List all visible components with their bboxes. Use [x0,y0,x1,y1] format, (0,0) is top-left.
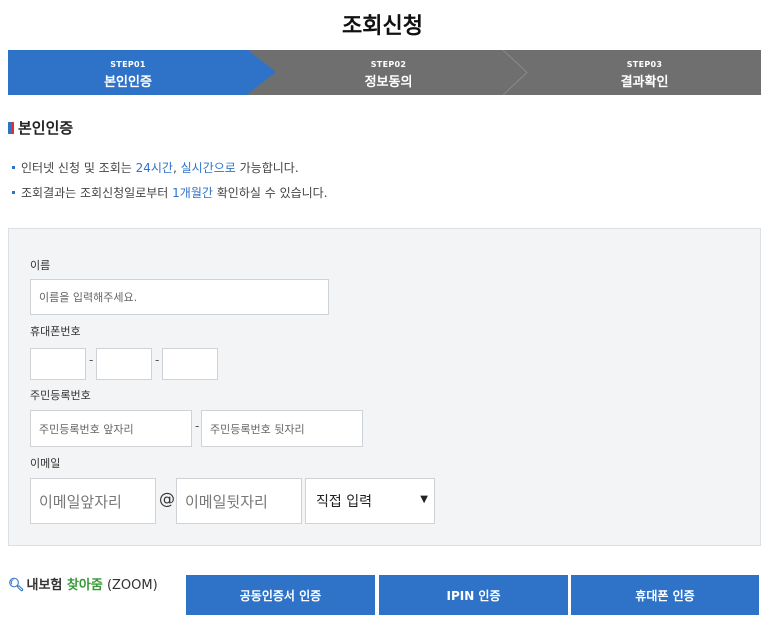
notice-1-pre: 인터넷 신청 및 조회는 [21,161,136,175]
notice-list: 인터넷 신청 및 조회는 24시간, 실시간으로 가능합니다. 조회결과는 조회… [12,158,328,208]
notice-2-pre: 조회결과는 조회신청일로부터 [21,186,173,200]
email-domain-select[interactable]: 직접 입력 ▼ [305,478,435,524]
zoom-logo-part1: 내보험 [26,578,67,593]
cert-auth-button[interactable]: 공동인증서 인증 [186,575,375,615]
rrn-back-input[interactable]: 주민등록번호 뒷자리 [201,410,363,447]
page-title: 조회신청 [342,14,423,39]
notice-2-post: 확인하실 수 있습니다. [212,186,328,200]
step-2: STEP02 정보동의 [276,50,501,95]
phone-label: 휴대폰번호 [30,325,81,338]
bullet-icon [12,166,15,169]
bullet-icon [12,191,15,194]
notice-2-highlight: 1개월간 [172,186,213,200]
notice-item: 조회결과는 조회신청일로부터 1개월간 확인하실 수 있습니다. [12,183,328,208]
ipin-auth-button[interactable]: IPIN 인증 [379,575,568,615]
step-3: STEP03 결과확인 [528,50,761,95]
email-back-input[interactable]: 이메일뒷자리 [176,478,302,524]
name-label: 이름 [30,259,51,272]
notice-1-sep: , [172,161,181,175]
rrn-front-input[interactable]: 주민등록번호 앞자리 [30,410,192,447]
phone-separator-2: - [155,353,160,367]
step-3-name: 결과확인 [620,75,669,90]
email-at-sign: @ [159,489,175,508]
notice-item: 인터넷 신청 및 조회는 24시간, 실시간으로 가능합니다. [12,158,328,183]
step-1-number: STEP01 [110,60,146,69]
email-front-input[interactable]: 이메일앞자리 [30,478,156,524]
phone-last-input[interactable] [162,348,218,380]
email-domain-value: 직접 입력 [316,494,372,510]
chevron-down-icon: ▼ [420,494,428,505]
section-title: 본인인증 [8,117,73,138]
rrn-separator: - [195,419,200,433]
phone-middle-input[interactable] [96,348,152,380]
step-2-number: STEP02 [370,60,407,69]
step-progress-bar: STEP01 본인인증 STEP02 정보동의 STEP03 결과확인 [8,50,761,95]
section-marker-icon [8,122,14,134]
zoom-logo[interactable]: 🔍︎ 내보험 찾아줌 (ZOOM) [8,574,158,593]
zoom-logo-part3: (ZOOM) [102,578,158,593]
notice-1-highlight-1: 24시간 [135,161,173,175]
notice-1-highlight-2: 실시간으로 [180,161,236,175]
step-3-number: STEP03 [626,60,663,69]
email-label: 이메일 [30,457,61,470]
magnifier-icon: 🔍︎ [8,578,25,593]
step-1: STEP01 본인인증 [8,50,248,95]
phone-separator-1: - [89,353,94,367]
name-input[interactable]: 이름을 입력해주세요. [30,279,329,315]
zoom-logo-part2: 찾아줌 [66,578,103,593]
step-1-name: 본인인증 [104,75,152,90]
rrn-label: 주민등록번호 [30,389,91,402]
auth-form: 이름 이름을 입력해주세요. 휴대폰번호 - - 주민등록번호 주민등록번호 앞… [8,228,761,546]
phone-first-input[interactable] [30,348,86,380]
phone-auth-button[interactable]: 휴대폰 인증 [571,575,759,615]
step-divider-icon [503,50,528,95]
notice-1-post: 가능합니다. [235,161,299,175]
section-title-text: 본인인증 [18,119,74,137]
step-1-arrow [248,50,276,94]
step-2-name: 정보동의 [364,75,413,90]
